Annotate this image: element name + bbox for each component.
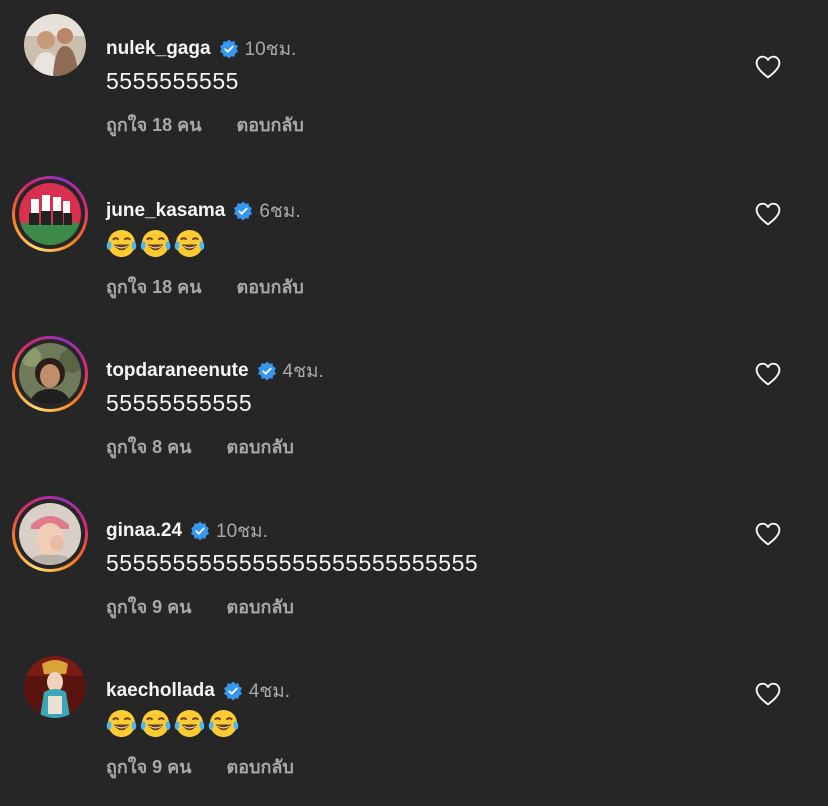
verified-badge-icon (219, 39, 239, 59)
like-count[interactable]: ถูกใจ 18 คน (106, 272, 202, 301)
avatar-photo (19, 183, 81, 245)
avatar-photo (19, 343, 81, 405)
comment-text: 55555555555 (106, 390, 253, 416)
comment-emoji-row (106, 228, 205, 259)
comment-timestamp: 10ชม. (244, 39, 297, 60)
username[interactable]: kaechollada (106, 680, 215, 702)
comment-item: ginaa.24 10ชม. 5555555555555555555555555… (0, 496, 828, 646)
heart-outline-icon[interactable] (755, 682, 781, 706)
comment-timestamp: 4ชม. (282, 361, 324, 382)
like-count[interactable]: ถูกใจ 8 คน (106, 432, 192, 461)
avatar-photo (19, 503, 81, 565)
comment-header: ginaa.24 10ชม. (106, 516, 268, 546)
heart-outline-icon[interactable] (755, 362, 781, 386)
comment-item: kaechollada 4ชม. ถูกใจ 9 คน ตอบกลับ (0, 656, 828, 806)
heart-outline-icon[interactable] (755, 522, 781, 546)
comment-header: topdaraneenute 4ชม. (106, 356, 324, 386)
verified-badge-icon (233, 201, 253, 221)
username[interactable]: june_kasama (106, 200, 225, 222)
comment-item: nulek_gaga 10ชม. 5555555555 ถูกใจ 18 คน … (0, 14, 828, 164)
comment-header: kaechollada 4ชม. (106, 676, 290, 706)
avatar[interactable] (12, 496, 88, 572)
comment-text: 5555555555555555555555555555 (106, 550, 479, 576)
reply-button[interactable]: ตอบกลับ (227, 592, 294, 621)
comment-text: 5555555555 (106, 68, 239, 94)
verified-badge-icon (223, 681, 243, 701)
username[interactable]: topdaraneenute (106, 360, 249, 382)
comment-item: topdaraneenute 4ชม. 55555555555 ถูกใจ 8 … (0, 336, 828, 486)
avatar-photo (24, 656, 86, 718)
comment-header: june_kasama 6ชม. (106, 196, 301, 226)
comment-timestamp: 10ชม. (216, 521, 268, 542)
face-with-tears-of-joy-icon (174, 709, 205, 738)
verified-badge-icon (257, 361, 277, 381)
avatar-photo (24, 14, 86, 76)
face-with-tears-of-joy-icon (106, 709, 137, 738)
like-count[interactable]: ถูกใจ 9 คน (106, 592, 192, 621)
comment-meta: ถูกใจ 9 คน ตอบกลับ (106, 592, 294, 621)
comment-meta: ถูกใจ 18 คน ตอบกลับ (106, 272, 304, 301)
comment-meta: ถูกใจ 8 คน ตอบกลับ (106, 432, 294, 461)
face-with-tears-of-joy-icon (174, 229, 205, 258)
verified-badge-icon (190, 521, 210, 541)
heart-outline-icon[interactable] (755, 55, 781, 79)
comment-timestamp: 6ชม. (259, 201, 301, 222)
reply-button[interactable]: ตอบกลับ (237, 272, 304, 301)
comment-meta: ถูกใจ 18 คน ตอบกลับ (106, 110, 304, 139)
username[interactable]: ginaa.24 (106, 520, 182, 542)
like-count[interactable]: ถูกใจ 18 คน (106, 110, 202, 139)
avatar[interactable] (12, 336, 88, 412)
face-with-tears-of-joy-icon (140, 709, 171, 738)
reply-button[interactable]: ตอบกลับ (227, 432, 294, 461)
face-with-tears-of-joy-icon (208, 709, 239, 738)
avatar[interactable] (12, 656, 88, 732)
heart-outline-icon[interactable] (755, 202, 781, 226)
face-with-tears-of-joy-icon (140, 229, 171, 258)
comment-emoji-row (106, 708, 239, 739)
face-with-tears-of-joy-icon (106, 229, 137, 258)
reply-button[interactable]: ตอบกลับ (237, 110, 304, 139)
avatar[interactable] (12, 176, 88, 252)
username[interactable]: nulek_gaga (106, 38, 211, 60)
comment-item: june_kasama 6ชม. ถูกใจ 18 คน ตอบกลับ (0, 176, 828, 326)
avatar[interactable] (12, 14, 88, 90)
comment-header: nulek_gaga 10ชม. (106, 34, 296, 64)
comment-timestamp: 4ชม. (248, 681, 291, 702)
